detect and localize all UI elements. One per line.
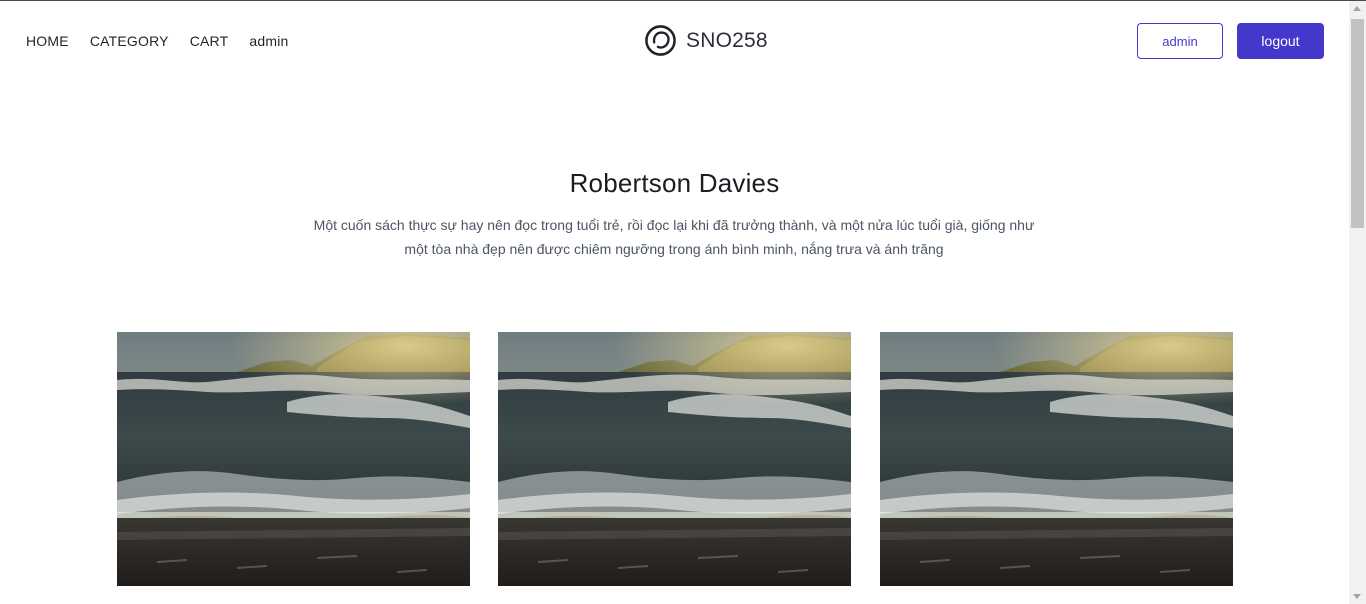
hero-quote-line-2: một tòa nhà đẹp nên được chiêm ngưỡng tr… [404, 241, 944, 257]
nav-cart-link[interactable]: CART [190, 33, 229, 49]
brand-name: SNO258 [686, 28, 768, 52]
main-nav: HOME CATEGORY CART admin [26, 33, 289, 49]
ocean-waves-beach-image [117, 332, 470, 586]
nav-category-link[interactable]: CATEGORY [90, 33, 169, 49]
hero-title: Robertson Davies [569, 168, 780, 198]
brand[interactable]: SNO258 [644, 24, 768, 57]
ocean-waves-beach-image [880, 332, 1233, 586]
scroll-down-arrow-icon[interactable] [1353, 594, 1361, 599]
gallery-image[interactable] [880, 332, 1233, 586]
nav-user-link[interactable]: admin [249, 33, 288, 49]
gallery-image[interactable] [498, 332, 851, 586]
account-button[interactable]: admin [1137, 23, 1223, 59]
site-header: HOME CATEGORY CART admin SNO258 admin lo… [0, 1, 1349, 81]
nav-home-link[interactable]: HOME [26, 33, 69, 49]
hero-quote-line-1: Một cuốn sách thực sự hay nên đọc trong … [313, 217, 1035, 233]
scroll-up-arrow-icon[interactable] [1353, 6, 1361, 11]
page-scrollbar[interactable] [1349, 1, 1366, 604]
ring-logo-icon [645, 25, 676, 56]
logout-button[interactable]: logout [1237, 23, 1324, 59]
gallery-image[interactable] [117, 332, 470, 586]
ocean-waves-beach-image [498, 332, 851, 586]
hero-quote: Một cuốn sách thực sự hay nên đọc trong … [294, 213, 1054, 261]
scrollbar-thumb[interactable] [1351, 19, 1364, 228]
